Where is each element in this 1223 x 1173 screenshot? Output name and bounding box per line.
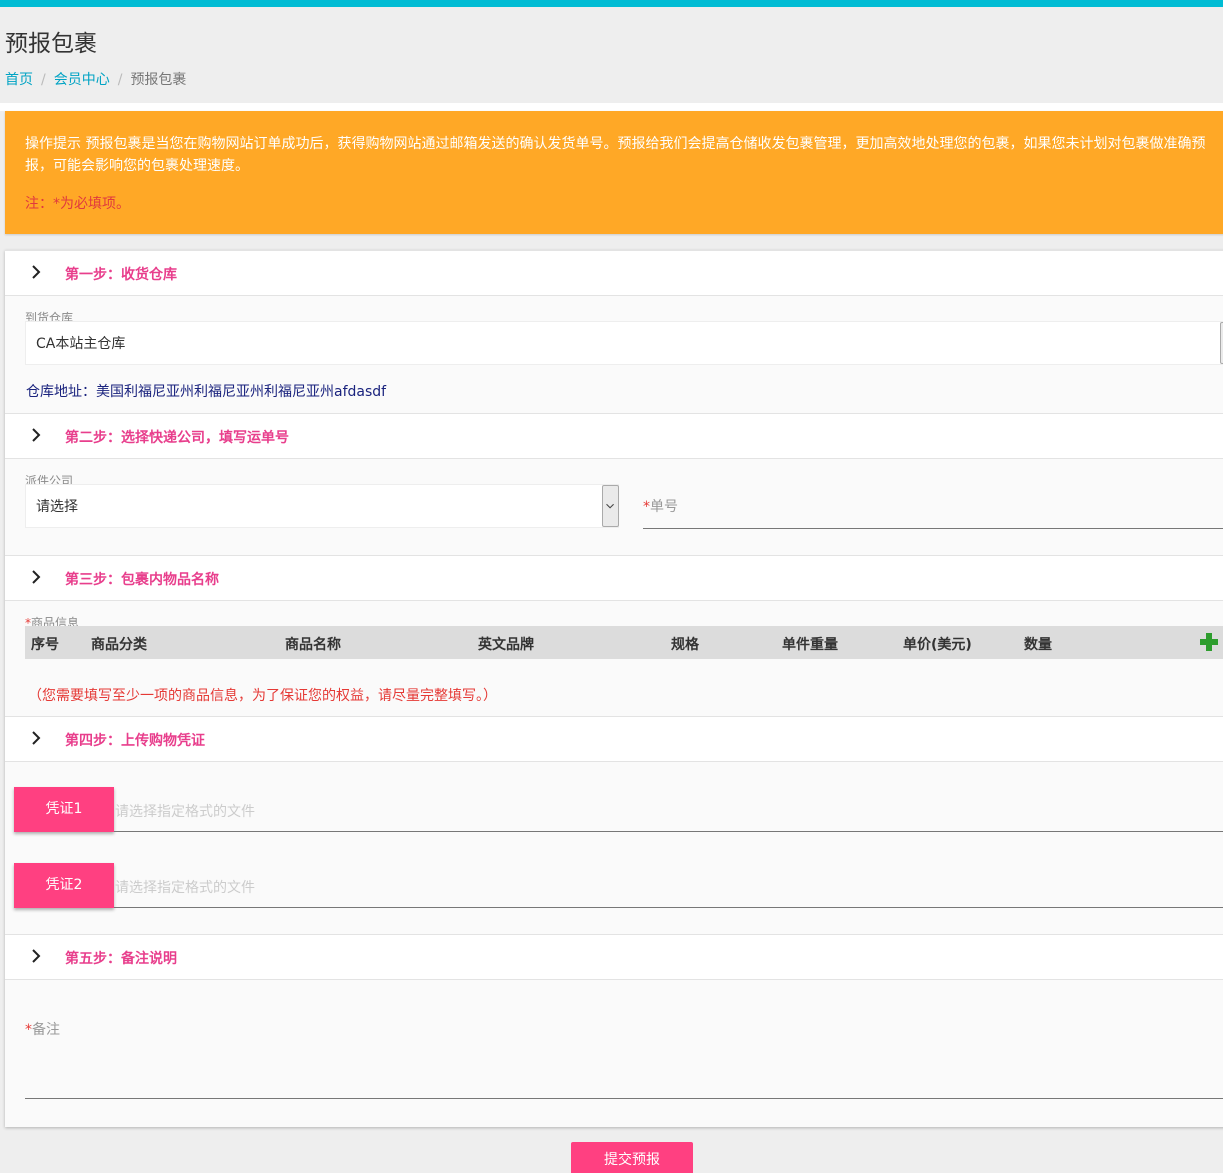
- warehouse-select[interactable]: CA本站主仓库: [25, 321, 1223, 365]
- required-asterisk: *: [25, 1022, 32, 1038]
- alert-text: 操作提示 预报包裹是当您在购物网站订单成功后，获得购物网站通过邮箱发送的确认发货…: [25, 136, 1206, 174]
- carrier-select-value: 请选择: [36, 499, 78, 515]
- step1-title: 第一步：收货仓库: [65, 267, 177, 283]
- chevron-right-icon: [32, 428, 41, 442]
- chevron-right-icon: [32, 265, 41, 279]
- warehouse-address: 仓库地址：美国利福尼亚州利福尼亚州利福尼亚州afdasdf: [26, 384, 387, 400]
- step3-title: 第三步：包裹内物品名称: [65, 572, 219, 588]
- goods-table-header: 序号 商品分类 商品名称 英文品牌 规格 单件重量 单价(美元) 数量: [25, 626, 1223, 659]
- step4-header[interactable]: 第四步：上传购物凭证: [5, 716, 1223, 762]
- breadcrumb-separator: /: [117, 72, 123, 88]
- submit-forecast-button[interactable]: 提交预报: [571, 1142, 693, 1173]
- tracking-number-input[interactable]: *单号: [643, 496, 1223, 529]
- voucher2-button[interactable]: 凭证2: [14, 863, 114, 908]
- top-accent-bar: [0, 0, 1223, 7]
- col-category: 商品分类: [91, 637, 147, 653]
- goods-info-warning: （您需要填写至少一项的商品信息，为了保证您的权益，请尽量完整填写。）: [28, 688, 497, 704]
- chevron-right-icon: [32, 949, 41, 963]
- breadcrumb-separator: /: [41, 72, 46, 88]
- tracking-number-label: 单号: [650, 499, 678, 515]
- step1-header[interactable]: 第一步：收货仓库: [5, 250, 1223, 296]
- voucher1-file-placeholder[interactable]: 请选择指定格式的文件: [115, 801, 255, 821]
- carrier-select[interactable]: 请选择: [25, 484, 619, 528]
- voucher2-file-placeholder[interactable]: 请选择指定格式的文件: [115, 877, 255, 897]
- col-spec: 规格: [671, 637, 699, 653]
- remark-label: 备注: [32, 1022, 60, 1038]
- operation-tip-alert: 操作提示 预报包裹是当您在购物网站订单成功后，获得购物网站通过邮箱发送的确认发货…: [5, 111, 1223, 234]
- carrier-select-arrow[interactable]: [602, 485, 619, 527]
- step2-title: 第二步：选择快递公司，填写运单号: [65, 430, 289, 446]
- warehouse-select-value: CA本站主仓库: [36, 336, 126, 352]
- voucher2-underline: [114, 907, 1223, 908]
- step5-title: 第五步：备注说明: [65, 951, 177, 967]
- voucher1-button[interactable]: 凭证1: [14, 787, 114, 832]
- step2-header[interactable]: 第二步：选择快递公司，填写运单号: [5, 413, 1223, 459]
- chevron-right-icon: [32, 570, 41, 584]
- breadcrumb: 首页 / 会员中心 / 预报包裹: [5, 69, 186, 89]
- breadcrumb-member-center-link[interactable]: 会员中心: [54, 72, 110, 88]
- alert-required-note: 注：*为必填项。: [25, 196, 130, 212]
- chevron-down-icon: [606, 503, 614, 509]
- step4-title: 第四步：上传购物凭证: [65, 733, 205, 749]
- step5-header[interactable]: 第五步：备注说明: [5, 934, 1223, 980]
- col-brand: 英文品牌: [478, 637, 534, 653]
- remark-textarea[interactable]: *备注: [25, 1019, 1223, 1099]
- col-weight: 单件重量: [782, 637, 838, 653]
- breadcrumb-current: 预报包裹: [130, 72, 187, 88]
- col-name: 商品名称: [285, 637, 341, 653]
- breadcrumb-home-link[interactable]: 首页: [5, 72, 33, 88]
- col-quantity: 数量: [1024, 637, 1052, 653]
- add-row-plus-icon[interactable]: [1199, 630, 1219, 654]
- page-title: 预报包裹: [5, 31, 97, 57]
- voucher1-underline: [114, 831, 1223, 832]
- step3-header[interactable]: 第三步：包裹内物品名称: [5, 555, 1223, 601]
- chevron-right-icon: [32, 731, 41, 745]
- forecast-form-panel: 第一步：收货仓库 到货仓库 CA本站主仓库 仓库地址：美国利福尼亚州利福尼亚州利…: [5, 250, 1223, 1127]
- required-asterisk: *: [643, 499, 650, 515]
- divider-band: [0, 103, 1223, 111]
- col-price: 单价(美元): [903, 637, 972, 653]
- col-index: 序号: [31, 637, 59, 653]
